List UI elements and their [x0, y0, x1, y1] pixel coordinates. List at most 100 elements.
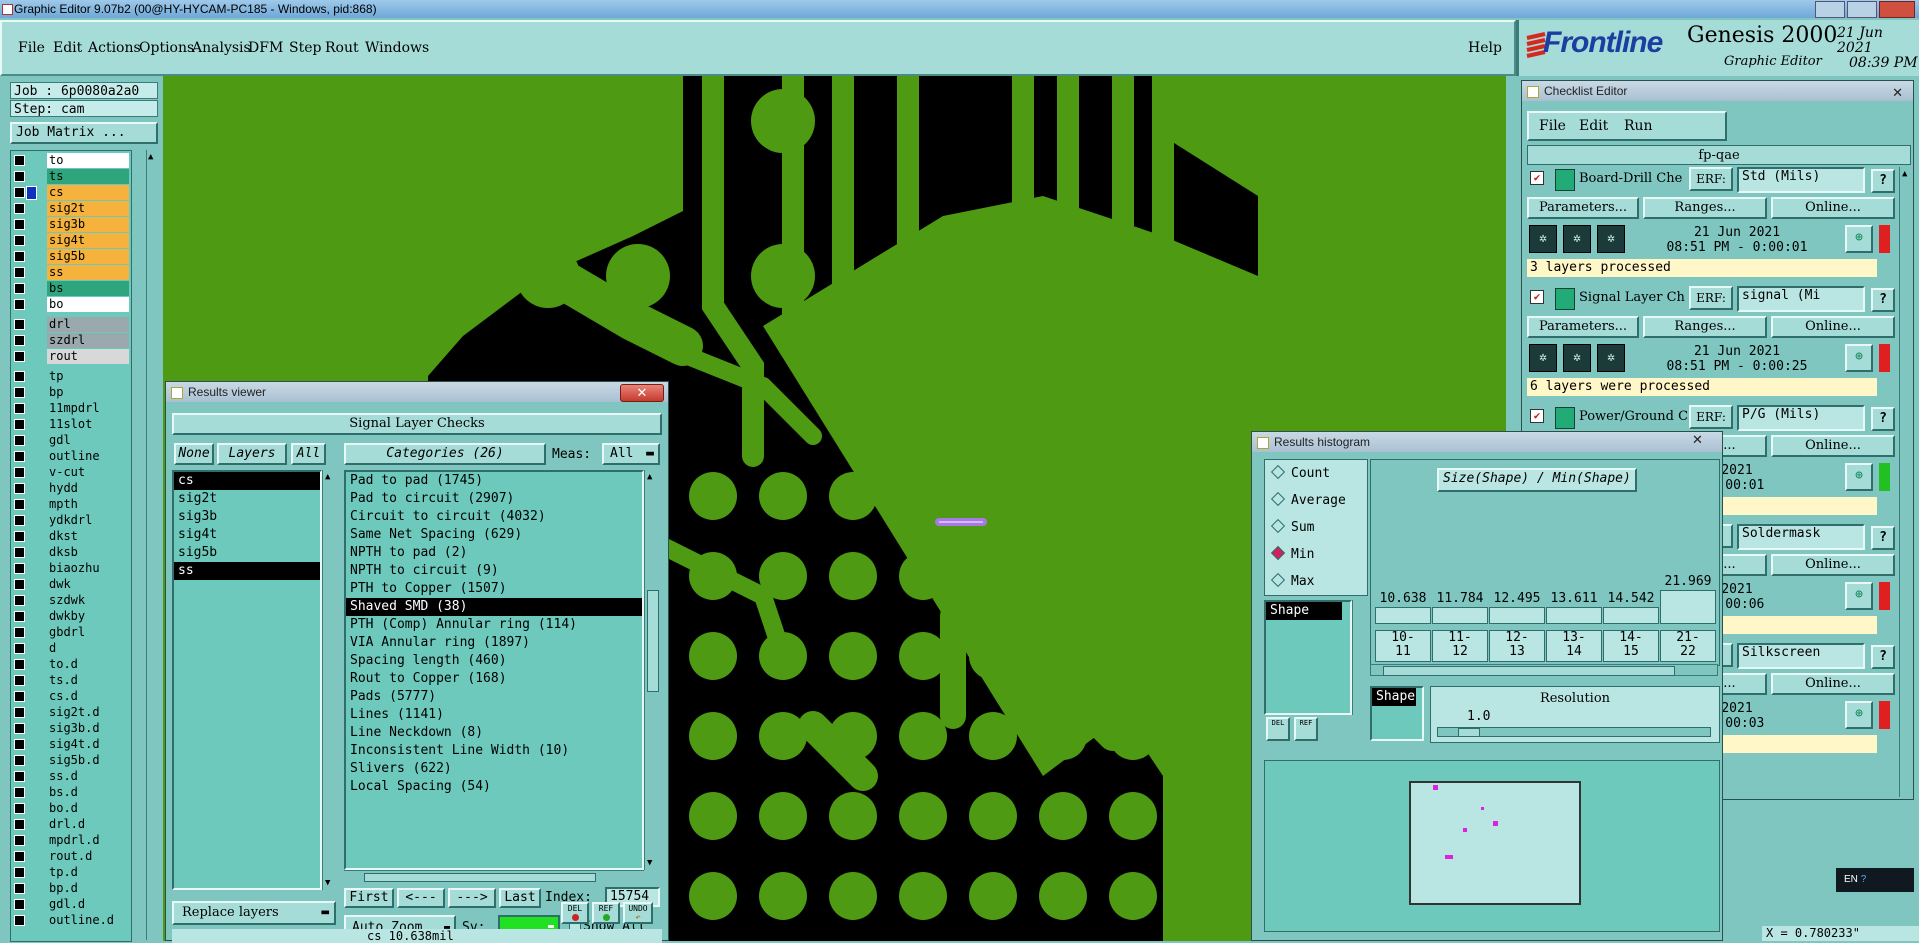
layer-name[interactable]: to	[47, 153, 129, 168]
layer-checkbox[interactable]	[14, 403, 25, 414]
layer-checkbox[interactable]	[14, 643, 25, 654]
hscroll-thumb[interactable]	[1383, 666, 1675, 676]
layers-all-button[interactable]: All	[291, 443, 326, 465]
layer-row[interactable]: mpth	[13, 497, 129, 512]
layer-row[interactable]: ts.d	[13, 673, 129, 688]
next-button[interactable]: --->	[448, 888, 496, 908]
resolution-slider[interactable]	[1437, 727, 1711, 737]
layer-row[interactable]: sig3b	[13, 217, 129, 232]
erf-button[interactable]: ERF:	[1689, 167, 1733, 191]
category-item[interactable]: PTH to Copper (1507)	[346, 580, 642, 598]
ranges-button[interactable]: Ranges...	[1643, 316, 1767, 338]
layer-name[interactable]: dwkby	[47, 609, 129, 624]
zoom-icon[interactable]: ⊕	[1845, 701, 1873, 729]
layer-checkbox[interactable]	[14, 371, 25, 382]
layer-row[interactable]: tp.d	[13, 865, 129, 880]
erf-button[interactable]: ERF:	[1689, 405, 1733, 429]
online-button[interactable]: Online...	[1771, 197, 1895, 219]
minimize-icon[interactable]	[1815, 1, 1845, 18]
layer-checkbox[interactable]	[14, 563, 25, 574]
run-action-icon[interactable]: ✲	[1529, 344, 1557, 372]
layer-checkbox[interactable]	[14, 251, 25, 262]
layer-row[interactable]: ss.d	[13, 769, 129, 784]
menu-analysis[interactable]: Analysis	[192, 40, 251, 56]
category-item[interactable]: Spacing length (460)	[346, 652, 642, 670]
erf-button[interactable]: ERF:	[1689, 286, 1733, 310]
undo-button[interactable]: UNDO ↶	[623, 902, 653, 924]
layer-name[interactable]: v-cut	[47, 465, 129, 480]
run-action-icon[interactable]: ✲	[1597, 225, 1625, 253]
hscroll-thumb[interactable]	[364, 873, 596, 882]
layer-checkbox[interactable]	[14, 467, 25, 478]
menu-dfm[interactable]: DFM	[248, 40, 283, 56]
layer-checkbox[interactable]	[14, 187, 25, 198]
checklist-item-checkbox[interactable]: ✔	[1530, 171, 1544, 185]
layer-row[interactable]: 11slot	[13, 417, 129, 432]
layer-result-item[interactable]: sig3b	[174, 508, 320, 526]
layer-row[interactable]: sig5b	[13, 249, 129, 264]
layer-name[interactable]: cs	[47, 185, 129, 200]
layer-list-scrollbar[interactable]: ▲	[146, 150, 159, 940]
layer-checkbox[interactable]	[14, 787, 25, 798]
layer-checkbox[interactable]	[14, 171, 25, 182]
first-button[interactable]: First	[344, 888, 394, 908]
checklist-item-name[interactable]: Power/Ground C	[1579, 409, 1688, 424]
attribute-scrollbar[interactable]	[1352, 600, 1367, 715]
layer-name[interactable]: sig3b	[47, 217, 129, 232]
help-question-icon[interactable]: ?	[1871, 407, 1895, 431]
layer-row[interactable]: rout	[13, 349, 129, 364]
layer-row[interactable]: gdl.d	[13, 897, 129, 912]
layer-result-list[interactable]: cs sig2t sig3b sig4t sig5b ss	[172, 470, 322, 890]
layer-row[interactable]: sig4t	[13, 233, 129, 248]
menu-windows[interactable]: Windows	[365, 40, 429, 56]
layer-name[interactable]: rout.d	[47, 849, 129, 864]
layer-name[interactable]: bp	[47, 385, 129, 400]
replace-layers-select[interactable]: Replace layers ▬	[172, 901, 336, 925]
layer-row[interactable]: bo	[13, 297, 129, 312]
layer-checkbox[interactable]	[14, 267, 25, 278]
category-hscrollbar[interactable]	[344, 870, 644, 883]
check-name-header[interactable]: Signal Layer Checks	[172, 413, 662, 435]
layer-row[interactable]: dwk	[13, 577, 129, 592]
zoom-icon[interactable]: ⊕	[1845, 582, 1873, 610]
layer-row[interactable]: cs.d	[13, 689, 129, 704]
close-icon[interactable]: ✕	[620, 384, 664, 402]
layer-name[interactable]: mpth	[47, 497, 129, 512]
layer-row[interactable]: sig5b.d	[13, 753, 129, 768]
layer-name[interactable]: ydkdrl	[47, 513, 129, 528]
layer-name[interactable]: to.d	[47, 657, 129, 672]
language-indicator[interactable]: EN ?	[1836, 868, 1914, 892]
layer-list-scrollbar[interactable]: ▲ ▼	[322, 470, 337, 890]
attribute-shape[interactable]: Shape	[1266, 602, 1342, 620]
layer-checkbox[interactable]	[14, 435, 25, 446]
layer-row[interactable]: gdl	[13, 433, 129, 448]
layer-checkbox[interactable]	[14, 319, 25, 330]
layer-name[interactable]: ts	[47, 169, 129, 184]
layer-name[interactable]: tp.d	[47, 865, 129, 880]
layer-name[interactable]: sig5b	[47, 249, 129, 264]
checklist-item-name[interactable]: Board-Drill Che	[1579, 171, 1682, 186]
online-button[interactable]: Online...	[1771, 554, 1895, 576]
category-item[interactable]: Pad to circuit (2907)	[346, 490, 642, 508]
layer-row[interactable]: to	[13, 153, 129, 168]
layer-checkbox[interactable]	[14, 203, 25, 214]
menu-edit[interactable]: Edit	[53, 40, 82, 56]
layer-result-item[interactable]: sig5b	[174, 544, 320, 562]
run-action-icon[interactable]: ✲	[1597, 344, 1625, 372]
layer-row[interactable]: dksb	[13, 545, 129, 560]
layer-name[interactable]: mpdrl.d	[47, 833, 129, 848]
layer-name[interactable]: cs.d	[47, 689, 129, 704]
mode-radio-min[interactable]: Min	[1270, 545, 1314, 562]
layer-checkbox[interactable]	[14, 515, 25, 526]
histogram-del-button[interactable]: DEL	[1266, 717, 1290, 741]
layer-name[interactable]: bs	[47, 281, 129, 296]
layer-name[interactable]: hydd	[47, 481, 129, 496]
layer-checkbox[interactable]	[14, 387, 25, 398]
category-item[interactable]: Circuit to circuit (4032)	[346, 508, 642, 526]
ref-button[interactable]: REF	[592, 902, 620, 924]
layer-name[interactable]: bo.d	[47, 801, 129, 816]
layer-checkbox[interactable]	[14, 627, 25, 638]
layer-row[interactable]: rout.d	[13, 849, 129, 864]
menu-help[interactable]: Help	[1468, 40, 1502, 56]
online-button[interactable]: Online...	[1771, 316, 1895, 338]
